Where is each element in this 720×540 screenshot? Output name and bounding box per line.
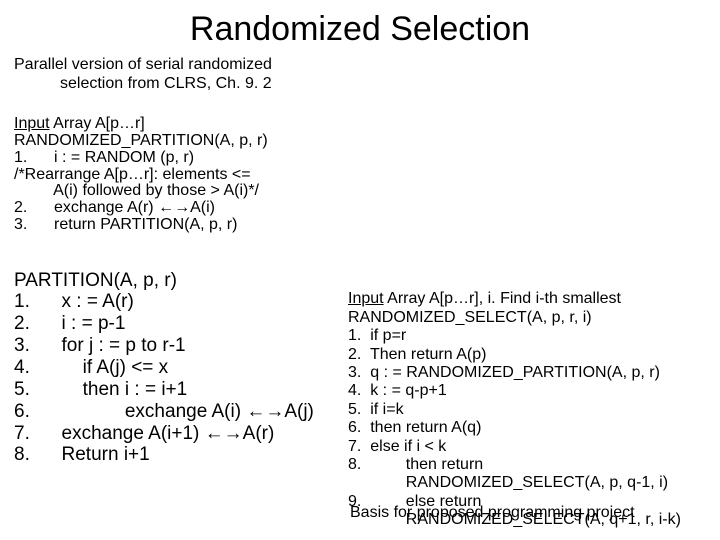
sel-step-2: 2. Then return A(p) (348, 346, 486, 363)
input-label: Input (14, 115, 50, 132)
rp-comment-1: /*Rearrange A[p…r]: elements <= (14, 166, 251, 183)
sel-step-8: 8. then return (348, 456, 483, 473)
sel-step-4: 4. k : = q-p+1 (348, 382, 447, 399)
sel-step-1: 1. if p=r (348, 327, 406, 344)
intro-line-2: selection from CLRS, Ch. 9. 2 (14, 74, 706, 93)
sel-step-8b: RANDOMIZED_SELECT(A, p, q-1, i) (348, 474, 668, 491)
part-step-6: 6. exchange A(i) ←→A(j) (14, 401, 314, 422)
part-step-5: 5. then i : = i+1 (14, 379, 187, 400)
randomized-select-block: Input Array A[p…r], i. Find i-th smalles… (348, 272, 681, 529)
sel-input-text: Array A[p…r], i. Find i-th smallest (384, 290, 621, 307)
sel-step-6: 6. then return A(q) (348, 419, 481, 436)
rp-step-3: 3. return PARTITION(A, p, r) (14, 216, 237, 233)
intro-text: Parallel version of serial randomized se… (0, 55, 720, 93)
part-step-2: 2. i : = p-1 (14, 313, 125, 334)
part-step-8: 8. Return i+1 (14, 444, 150, 465)
part-step-4: 4. if A(j) <= x (14, 357, 168, 378)
sel-input-label: Input (348, 290, 384, 307)
rp-step-1: 1. i : = RANDOM (p, r) (14, 149, 194, 166)
footer-note: Basis for proposed programming project (350, 504, 635, 522)
rp-name: RANDOMIZED_PARTITION(A, p, r) (14, 132, 268, 149)
slide: Randomized Selection Parallel version of… (0, 0, 720, 540)
rp-step-2: 2. exchange A(r) ←→A(i) (14, 199, 215, 216)
part-name: PARTITION(A, p, r) (14, 270, 177, 291)
rp-comment-2: A(i) followed by those > A(i)*/ (14, 182, 259, 199)
input-text: Array A[p…r] (50, 115, 145, 132)
randomized-partition-block: Input Array A[p…r] RANDOMIZED_PARTITION(… (0, 99, 720, 233)
intro-line-1: Parallel version of serial randomized (14, 55, 706, 74)
sel-name: RANDOMIZED_SELECT(A, p, r, i) (348, 309, 592, 326)
part-step-3: 3. for j : = p to r-1 (14, 335, 186, 356)
sel-step-5: 5. if i=k (348, 401, 404, 418)
part-step-1: 1. x : = A(r) (14, 291, 134, 312)
page-title: Randomized Selection (0, 0, 720, 55)
part-step-7: 7. exchange A(i+1) ←→A(r) (14, 423, 274, 444)
sel-step-7: 7. else if i < k (348, 438, 446, 455)
sel-step-3: 3. q : = RANDOMIZED_PARTITION(A, p, r) (348, 364, 660, 381)
